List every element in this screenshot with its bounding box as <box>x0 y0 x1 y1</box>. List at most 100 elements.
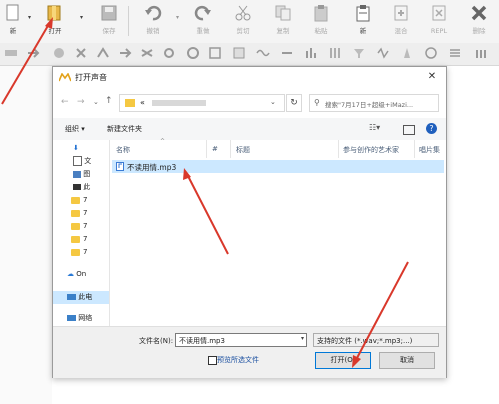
close-icon[interactable]: ✕ <box>425 70 439 84</box>
noise-icon[interactable] <box>376 46 390 60</box>
nav-item-folder-2[interactable]: 7 <box>53 207 109 220</box>
folder-icon <box>71 248 80 256</box>
list-icon[interactable] <box>448 46 462 60</box>
back-arrow-icon[interactable]: ← <box>61 97 69 107</box>
preview-checkbox[interactable] <box>208 356 217 365</box>
tempo-icon[interactable] <box>400 46 414 60</box>
compass-icon[interactable] <box>186 46 200 60</box>
replace-icon <box>432 5 446 21</box>
cut-button[interactable]: 剪切 <box>230 4 256 40</box>
nav-item-pictures[interactable]: 图 <box>53 168 109 181</box>
clock-icon[interactable] <box>424 46 438 60</box>
new-dropdown-icon[interactable]: ▾ <box>28 14 34 21</box>
paste-button[interactable]: 粘贴 <box>308 4 334 40</box>
cloud-icon: ☁ <box>67 270 74 278</box>
preview-pane-icon[interactable] <box>403 125 415 135</box>
filter-icon[interactable] <box>352 46 366 60</box>
open-button[interactable]: 打开 <box>42 4 68 40</box>
trim-icon[interactable] <box>280 46 294 60</box>
undo-button[interactable]: 撤销 <box>140 4 166 40</box>
preview-label[interactable]: 预览所选文件 <box>217 355 259 365</box>
open-dropdown-icon[interactable]: ▾ <box>80 14 83 21</box>
copy-icon <box>275 5 291 21</box>
undo-dropdown-icon[interactable]: ▾ <box>176 14 179 21</box>
levels-icon[interactable] <box>232 46 246 60</box>
grid-icon[interactable] <box>208 46 222 60</box>
forward-arrow-icon[interactable]: → <box>77 97 85 107</box>
arrow-icon[interactable] <box>26 46 40 60</box>
nav-item-onedrive[interactable]: ☁ On <box>53 268 109 281</box>
column-header-title[interactable]: 标题 <box>236 145 250 155</box>
up-arrow-icon[interactable]: ↑ <box>105 96 113 106</box>
search-box[interactable]: ⚲ 搜索"7月17日+超级+iMazi... <box>309 94 439 112</box>
dialog-title: 打开声音 <box>75 73 107 82</box>
copy-button[interactable]: 复制 <box>270 4 296 40</box>
nav-item-this-pc[interactable]: 此电 <box>53 291 109 304</box>
nav-item-folder-3[interactable]: 7 <box>53 220 109 233</box>
filename-dropdown-icon[interactable]: ▾ <box>301 335 304 342</box>
filename-input[interactable]: 不读用情.mp3 <box>175 333 307 347</box>
nav-item-this[interactable]: 此 <box>53 181 109 194</box>
bars2-icon[interactable] <box>474 46 488 60</box>
refresh-icon[interactable]: ↻ <box>286 94 302 112</box>
open-button[interactable]: 打开(O) <box>315 352 371 369</box>
folder-icon <box>71 235 80 243</box>
list-item[interactable]: 不读用情.mp3 <box>112 160 444 173</box>
column-header-name[interactable]: 名称 <box>116 145 130 155</box>
redo-button[interactable]: 重做 <box>190 4 216 40</box>
cancel-button[interactable]: 取消 <box>379 352 435 369</box>
folder-icon <box>71 209 80 217</box>
save-button[interactable]: 保存 <box>96 4 122 40</box>
forward-icon[interactable] <box>118 46 132 60</box>
nav-item-documents[interactable]: 文 <box>53 155 109 168</box>
path-text-blurred <box>152 100 206 106</box>
address-bar[interactable]: « ⌄ <box>119 94 285 112</box>
recent-dropdown-icon[interactable]: ⌄ <box>93 98 99 106</box>
organize-button[interactable]: 组织 ▾ <box>65 124 85 134</box>
effects-toolbar <box>0 43 499 66</box>
column-header-number[interactable]: # <box>212 145 218 153</box>
nav-item-folder-1[interactable]: 7 <box>53 194 109 207</box>
save-icon <box>101 5 117 21</box>
navigation-pane: ⬇ ↓ 文 图 此 7 7 7 7 7 ☁ On 此电 网络 <box>53 140 110 326</box>
nav-item-folder-5[interactable]: 7 <box>53 246 109 259</box>
search-icon: ⚲ <box>314 98 320 107</box>
route-icon[interactable] <box>96 46 110 60</box>
eq-icon[interactable] <box>328 46 342 60</box>
navigation-bar: ← → ⌄ ↑ « ⌄ ↻ ⚲ 搜索"7月17日+超级+iMazi... <box>53 90 446 116</box>
new-clip-button[interactable]: 新 <box>350 4 376 40</box>
new-folder-button[interactable]: 新建文件夹 <box>107 124 142 134</box>
search-placeholder: 搜索"7月17日+超级+iMazi... <box>325 101 414 109</box>
help-icon[interactable]: ? <box>426 123 437 134</box>
delete-x-icon <box>471 5 487 21</box>
column-header-album[interactable]: 唱片集 <box>419 145 440 155</box>
delete-button[interactable]: 删除 <box>466 4 492 40</box>
address-dropdown-icon[interactable]: ⌄ <box>270 98 276 106</box>
nav-item-downloads[interactable]: ⬇ ↓ <box>53 142 109 155</box>
computer-icon <box>67 294 76 300</box>
new-file-icon <box>6 4 19 21</box>
cross-icon[interactable] <box>74 46 88 60</box>
dialog-footer: 文件名(N): 不读用情.mp3 ▾ 支持的文件 (*.wav;*.mp3;..… <box>53 326 446 378</box>
volume-icon[interactable] <box>4 46 18 60</box>
file-list: ^ 名称 # 标题 参与创作的艺术家 唱片集 不读用情.mp3 <box>110 138 446 326</box>
redo-icon <box>194 5 211 21</box>
column-divider <box>230 140 231 158</box>
workspace-background <box>0 66 52 404</box>
download-icon: ⬇ <box>73 144 79 152</box>
network-icon <box>67 315 76 321</box>
nav-item-folder-4[interactable]: 7 <box>53 233 109 246</box>
document-icon <box>73 156 82 166</box>
filetype-select[interactable]: 支持的文件 (*.wav;*.mp3;...) <box>313 333 439 347</box>
globe-icon[interactable] <box>52 46 66 60</box>
new-button[interactable]: 新 <box>0 4 26 40</box>
mix-button[interactable]: 混合 <box>388 4 414 40</box>
loop-icon[interactable] <box>162 46 176 60</box>
column-header-artist[interactable]: 参与创作的艺术家 <box>343 145 399 155</box>
view-options-icon[interactable]: ☷▾ <box>369 123 380 132</box>
bars-icon[interactable] <box>304 46 318 60</box>
wave-icon[interactable] <box>256 46 270 60</box>
shuffle-icon[interactable] <box>140 46 154 60</box>
repl-button[interactable]: REPL <box>426 4 452 40</box>
nav-item-network[interactable]: 网络 <box>53 312 109 325</box>
